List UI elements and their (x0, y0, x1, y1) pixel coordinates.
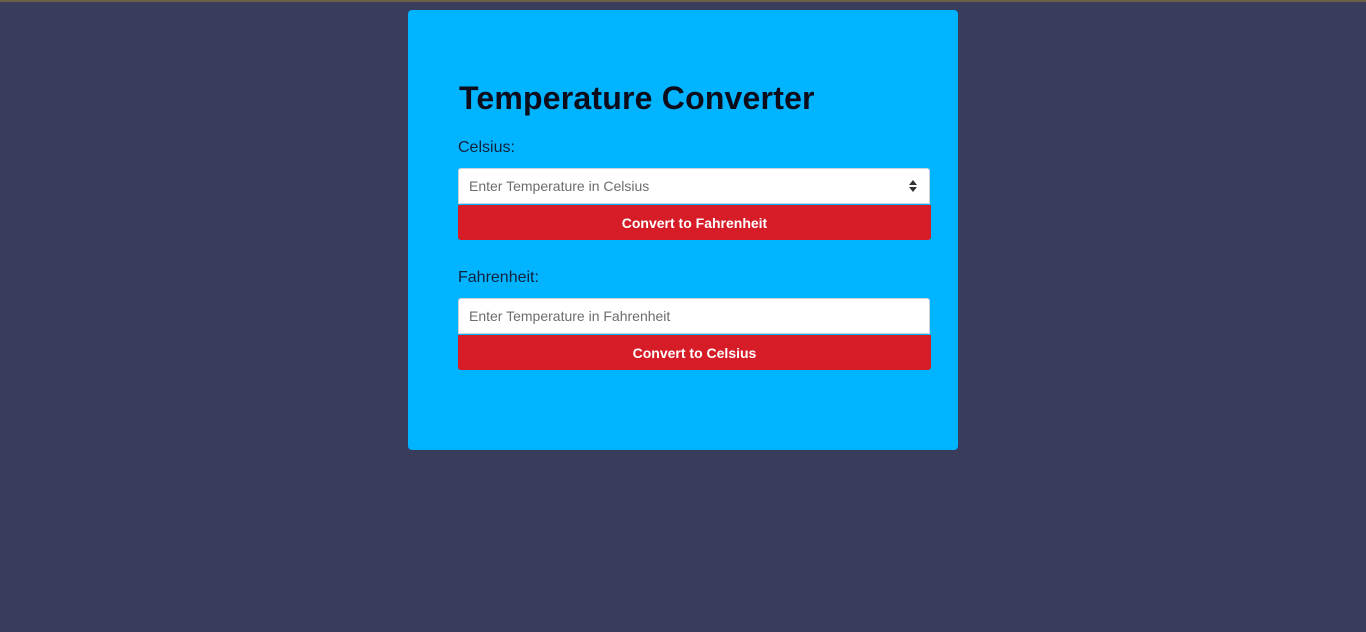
celsius-input-container (458, 168, 930, 204)
celsius-input[interactable] (459, 169, 929, 203)
converter-card: Temperature Converter Celsius: Convert t… (408, 10, 958, 450)
convert-to-celsius-button[interactable]: Convert to Celsius (458, 335, 931, 370)
fahrenheit-label: Fahrenheit: (458, 269, 539, 286)
up-down-spinner-icon[interactable] (909, 180, 917, 192)
celsius-label: Celsius: (458, 139, 515, 156)
fahrenheit-input-container (458, 298, 930, 334)
page-title: Temperature Converter (459, 80, 815, 116)
fahrenheit-input[interactable] (459, 299, 929, 333)
convert-to-fahrenheit-button[interactable]: Convert to Fahrenheit (458, 205, 931, 240)
top-border-line (0, 0, 1366, 2)
